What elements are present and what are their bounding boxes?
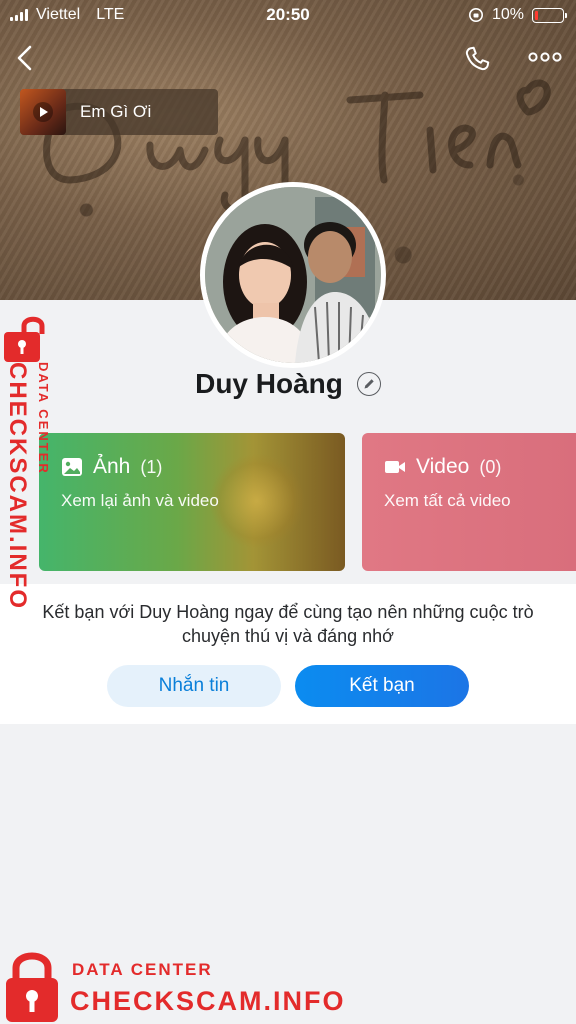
photos-count: (1) xyxy=(140,456,163,477)
back-button[interactable] xyxy=(14,44,36,77)
message-button[interactable]: Nhắn tin xyxy=(107,665,281,707)
videos-count: (0) xyxy=(479,456,502,477)
phone-icon xyxy=(465,46,490,71)
watermark-side-subtext: DATA CENTER xyxy=(36,362,51,475)
profile-name: Duy Hoàng xyxy=(195,368,343,399)
bottom-watermark: DATA CENTER CHECKSCAM.INFO xyxy=(0,946,360,1024)
battery-icon xyxy=(532,7,567,23)
orientation-lock-icon xyxy=(468,8,483,22)
edit-name-button[interactable] xyxy=(356,372,381,396)
watermark-lock-icon xyxy=(6,952,58,1022)
avatar[interactable] xyxy=(200,182,386,368)
video-camera-icon xyxy=(385,461,405,473)
call-button[interactable] xyxy=(462,44,492,79)
watermark-line2: CHECKSCAM.INFO xyxy=(70,986,346,1016)
videos-card[interactable]: Video (0) Xem tất cả video xyxy=(362,433,576,571)
photos-card[interactable]: Ảnh (1) Xem lại ảnh và video xyxy=(39,433,345,571)
status-bar: Viettel LTE 20:50 10% xyxy=(0,0,576,30)
photos-title: Ảnh xyxy=(93,455,131,478)
profile-name-row: Duy Hoàng xyxy=(0,368,576,400)
side-watermark: CHECKSCAM.INFO DATA CENTER xyxy=(0,306,70,610)
photo-preview-emblem xyxy=(209,453,305,549)
play-icon xyxy=(33,102,53,122)
friend-prompt-text: Kết bạn với Duy Hoàng ngay để cùng tạo n… xyxy=(42,602,534,646)
more-options-button[interactable] xyxy=(528,50,562,69)
ellipsis-icon xyxy=(528,52,562,62)
music-thumbnail xyxy=(20,89,66,135)
avatar-photo xyxy=(205,187,381,363)
videos-subtitle: Xem tất cả video xyxy=(384,491,511,510)
videos-title: Video xyxy=(416,455,470,478)
watermark-line1: DATA CENTER xyxy=(72,960,213,979)
friend-request-section: Kết bạn với Duy Hoàng ngay để cùng tạo n… xyxy=(0,584,576,724)
chevron-left-icon xyxy=(17,45,32,71)
battery-percent: 10% xyxy=(491,6,524,23)
pencil-icon xyxy=(364,379,374,389)
photos-subtitle: Xem lại ảnh và video xyxy=(61,491,219,510)
music-title: Em Gì Ơi xyxy=(80,102,152,121)
watermark-side-text: CHECKSCAM.INFO xyxy=(4,362,31,610)
add-friend-button[interactable]: Kết bạn xyxy=(295,665,469,707)
profile-music-player[interactable]: Em Gì Ơi xyxy=(20,89,218,135)
watermark-lock-icon xyxy=(4,316,45,362)
